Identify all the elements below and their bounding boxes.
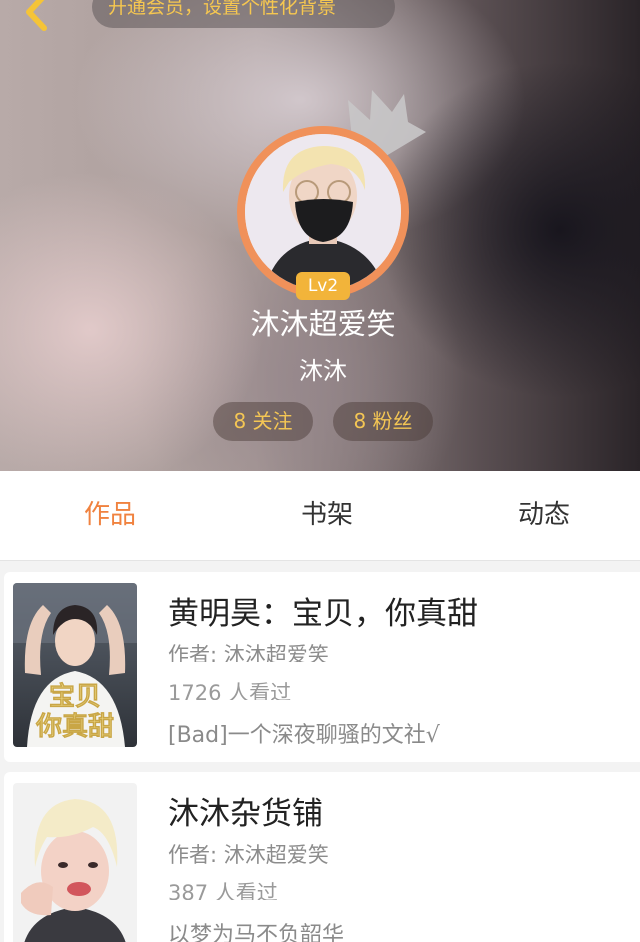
- tab-works[interactable]: 作品: [50, 495, 170, 535]
- avatar-photo: [245, 134, 401, 290]
- level-badge: Lv2: [296, 272, 350, 300]
- profile-tabs: 作品 书架 动态: [0, 471, 640, 561]
- book-description: [Bad]一个深夜聊骚的文社√: [168, 723, 440, 748]
- following-count-button[interactable]: 8 关注: [213, 402, 313, 441]
- back-arrow-icon[interactable]: [10, 0, 60, 38]
- book-title[interactable]: 黄明昊：宝贝，你真甜: [168, 592, 478, 636]
- book-author: 作者: 沐沐超爱笑: [168, 643, 329, 662]
- tab-bookshelf[interactable]: 书架: [267, 495, 387, 535]
- vip-banner[interactable]: 开通会员，设置个性化背景: [92, 0, 395, 28]
- work-card[interactable]: 宝贝 你真甜 黄明昊：宝贝，你真甜 作者: 沐沐超爱笑 1726 人看过 [Ba…: [4, 572, 640, 762]
- nickname: 沐沐: [299, 357, 347, 385]
- username: 沐沐超爱笑: [250, 307, 396, 341]
- book-cover: [13, 783, 137, 942]
- profile-header: 开通会员，设置个性化背景 Lv2 沐沐超爱笑 沐沐 8 关注 8 粉丝: [0, 0, 640, 471]
- book-read-count: 387 人看过: [168, 881, 278, 900]
- svg-text:你真甜: 你真甜: [35, 712, 114, 742]
- book-cover: 宝贝 你真甜: [13, 583, 137, 747]
- tab-activity[interactable]: 动态: [484, 495, 604, 535]
- book-description: 以梦为马不负韶华: [168, 923, 345, 942]
- fans-count-button[interactable]: 8 粉丝: [333, 402, 433, 441]
- book-title[interactable]: 沐沐杂货铺: [168, 792, 323, 836]
- svg-text:宝贝: 宝贝: [49, 681, 101, 712]
- book-author: 作者: 沐沐超爱笑: [168, 843, 329, 867]
- book-read-count: 1726 人看过: [168, 681, 292, 700]
- work-card[interactable]: 沐沐杂货铺 作者: 沐沐超爱笑 387 人看过 以梦为马不负韶华: [4, 772, 640, 942]
